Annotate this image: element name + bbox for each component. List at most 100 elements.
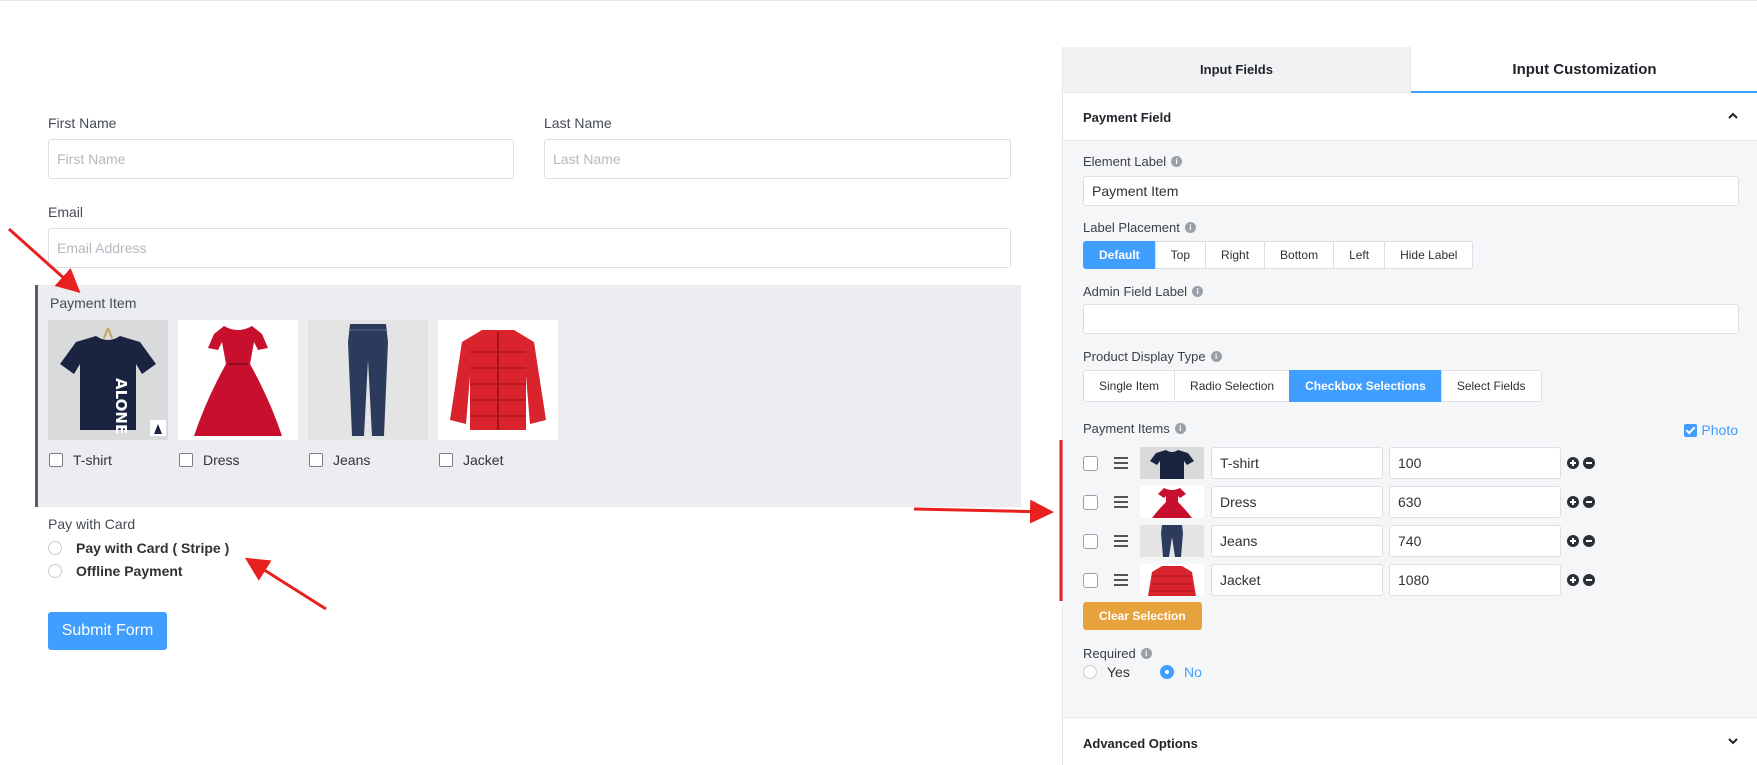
clear-selection-button[interactable]: Clear Selection (1083, 602, 1202, 630)
element-label-input[interactable]: Payment Item (1083, 176, 1739, 206)
minus-circle-icon[interactable] (1583, 574, 1595, 586)
top-divider (0, 0, 1757, 1)
advanced-options-header[interactable]: Advanced Options (1063, 717, 1757, 765)
advanced-options-title: Advanced Options (1083, 736, 1198, 751)
row-checkbox[interactable] (1083, 456, 1098, 471)
product-card-dress[interactable]: Dress (178, 320, 298, 468)
chevron-down-icon[interactable] (1728, 736, 1738, 746)
panel-tabs: Input Fields Input Customization (1063, 47, 1757, 93)
plus-circle-icon[interactable] (1567, 535, 1579, 547)
jacket-checkbox[interactable] (439, 453, 453, 467)
stripe-radio[interactable] (48, 541, 62, 555)
display-checkbox-selections-button[interactable]: Checkbox Selections (1289, 370, 1442, 402)
admin-field-label-title: Admin Field Label i (1083, 284, 1204, 299)
row-checkbox[interactable] (1083, 495, 1098, 510)
product-card-tshirt[interactable]: ALONE T-shirt (48, 320, 168, 468)
jeans-checkbox[interactable] (309, 453, 323, 467)
jacket-image (438, 320, 558, 440)
tab-input-fields[interactable]: Input Fields (1063, 47, 1411, 93)
drag-handle-icon[interactable] (1114, 574, 1128, 586)
drag-handle-icon[interactable] (1114, 535, 1128, 547)
row-name-input[interactable]: Jeans (1211, 525, 1383, 557)
jeans-label: Jeans (333, 452, 371, 468)
placement-default-button[interactable]: Default (1083, 241, 1156, 269)
display-radio-selection-button[interactable]: Radio Selection (1174, 370, 1291, 402)
payment-field-section-header[interactable]: Payment Field (1063, 93, 1757, 141)
admin-field-label-input[interactable] (1083, 304, 1739, 334)
dress-label: Dress (203, 452, 240, 468)
row-name-input[interactable]: T-shirt (1211, 447, 1383, 479)
tshirt-print: ALONE (112, 378, 130, 434)
payment-item-row: T-shirt 100 (1083, 447, 1743, 479)
info-icon[interactable]: i (1140, 648, 1152, 659)
row-price-input[interactable]: 1080 (1389, 564, 1561, 596)
required-yes-radio[interactable] (1083, 665, 1097, 679)
jacket-thumbnail (1140, 564, 1204, 596)
payment-item-label: Payment Item (50, 295, 137, 311)
placement-right-button[interactable]: Right (1205, 241, 1266, 269)
row-price-input[interactable]: 630 (1389, 486, 1561, 518)
chevron-up-icon[interactable] (1728, 111, 1738, 121)
row-checkbox[interactable] (1083, 534, 1098, 549)
submit-form-button[interactable]: Submit Form (48, 612, 167, 650)
first-name-label: First Name (48, 115, 117, 131)
placement-bottom-button[interactable]: Bottom (1264, 241, 1335, 269)
email-label: Email (48, 204, 84, 220)
placement-hide-label-button[interactable]: Hide Label (1384, 241, 1474, 269)
last-name-label: Last Name (544, 115, 612, 131)
placement-left-button[interactable]: Left (1333, 241, 1386, 269)
payment-option-stripe[interactable]: Pay with Card ( Stripe ) (48, 540, 229, 556)
photo-toggle[interactable]: Photo (1684, 422, 1738, 438)
info-icon[interactable]: i (1192, 286, 1204, 297)
jeans-thumbnail (1140, 525, 1204, 557)
minus-circle-icon[interactable] (1583, 457, 1595, 469)
row-price-input[interactable]: 740 (1389, 525, 1561, 557)
row-price-input[interactable]: 100 (1389, 447, 1561, 479)
plus-circle-icon[interactable] (1567, 457, 1579, 469)
stripe-option-label: Pay with Card ( Stripe ) (76, 540, 230, 556)
product-card-jacket[interactable]: Jacket (438, 320, 558, 468)
minus-circle-icon[interactable] (1583, 535, 1595, 547)
product-card-jeans[interactable]: Jeans (308, 320, 428, 468)
info-icon[interactable]: i (1174, 423, 1186, 434)
minus-circle-icon[interactable] (1583, 496, 1595, 508)
dress-checkbox[interactable] (179, 453, 193, 467)
payment-item-row: Dress 630 (1083, 486, 1743, 518)
row-name-input[interactable]: Jacket (1211, 564, 1383, 596)
pay-with-card-label: Pay with Card (48, 516, 136, 532)
placement-top-button[interactable]: Top (1154, 241, 1207, 269)
row-name-input[interactable]: Dress (1211, 486, 1383, 518)
tshirt-image: ALONE (48, 320, 168, 440)
drag-handle-icon[interactable] (1114, 496, 1128, 508)
payment-item-row: Jacket 1080 (1083, 564, 1743, 596)
element-label-title: Element Label i (1083, 154, 1183, 169)
label-placement-title: Label Placement i (1083, 220, 1196, 235)
offline-option-label: Offline Payment (76, 563, 183, 579)
info-icon[interactable]: i (1184, 222, 1196, 233)
info-icon[interactable]: i (1171, 156, 1183, 167)
jacket-label: Jacket (463, 452, 504, 468)
label-placement-group: Default Top Right Bottom Left Hide Label (1083, 241, 1474, 269)
required-yes-label: Yes (1107, 664, 1130, 680)
tshirt-label: T-shirt (73, 452, 112, 468)
display-single-item-button[interactable]: Single Item (1083, 370, 1176, 402)
checkbox-icon[interactable] (1684, 423, 1698, 437)
required-no-radio[interactable] (1160, 665, 1174, 679)
first-name-input[interactable] (48, 139, 514, 179)
required-yes-option[interactable]: Yes (1083, 664, 1130, 680)
product-display-type-group: Single Item Radio Selection Checkbox Sel… (1083, 370, 1542, 402)
settings-panel: Input Fields Input Customization Payment… (1062, 47, 1757, 765)
required-no-option[interactable]: No (1160, 664, 1202, 680)
tshirt-checkbox[interactable] (49, 453, 63, 467)
payment-option-offline[interactable]: Offline Payment (48, 563, 183, 579)
display-select-fields-button[interactable]: Select Fields (1440, 370, 1542, 402)
email-input[interactable] (48, 228, 1011, 268)
tab-input-customization[interactable]: Input Customization (1411, 47, 1757, 93)
plus-circle-icon[interactable] (1567, 496, 1579, 508)
info-icon[interactable]: i (1210, 351, 1222, 362)
drag-handle-icon[interactable] (1114, 457, 1128, 469)
offline-radio[interactable] (48, 564, 62, 578)
last-name-input[interactable] (544, 139, 1011, 179)
plus-circle-icon[interactable] (1567, 574, 1579, 586)
row-checkbox[interactable] (1083, 573, 1098, 588)
